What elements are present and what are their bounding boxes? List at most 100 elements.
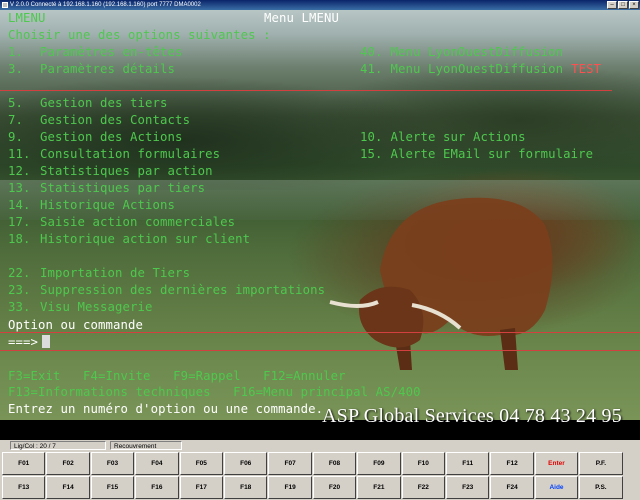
function-key-f08[interactable]: F08 xyxy=(312,452,357,475)
menu-option[interactable]: 14. Historique Actions xyxy=(8,197,175,214)
function-key-f20[interactable]: F20 xyxy=(312,476,357,499)
command-underline-top xyxy=(0,332,640,333)
menu-option-label: Alerte sur Actions xyxy=(390,130,526,144)
menu-option-label: Gestion des Contacts xyxy=(40,113,191,127)
menu-option-label: Historique action sur client xyxy=(40,232,251,246)
menu-option[interactable]: 11. Consultation formulaires xyxy=(8,146,220,163)
menu-option-number: 3. xyxy=(8,62,24,76)
menu-option-number: 13. xyxy=(8,181,31,195)
menu-option[interactable]: 22. Importation de Tiers xyxy=(8,265,190,282)
menu-option[interactable]: 7. Gestion des Contacts xyxy=(8,112,190,129)
menu-option-label: Statistiques par tiers xyxy=(40,181,206,195)
function-key-f05[interactable]: F05 xyxy=(179,452,223,475)
menu-option-label: Alerte EMail sur formulaire xyxy=(390,147,594,161)
function-key-f13[interactable]: F13 xyxy=(2,476,46,499)
menu-option[interactable]: 41. Menu LyonOuestDiffusion TEST xyxy=(360,61,601,78)
menu-option-number: 33. xyxy=(8,300,31,314)
menu-option-number: 10. xyxy=(360,130,383,144)
menu-option-label: Gestion des Actions xyxy=(40,130,183,144)
function-key-f04[interactable]: F04 xyxy=(135,452,179,475)
menu-option-label: Visu Messagerie xyxy=(40,300,153,314)
function-key-f15[interactable]: F15 xyxy=(90,476,135,499)
menu-option[interactable]: 18. Historique action sur client xyxy=(8,231,250,248)
menu-option-number: 17. xyxy=(8,215,31,229)
terminal-screen[interactable]: LMENU Menu LMENU Choisir une des options… xyxy=(0,10,640,420)
function-key-f01[interactable]: F01 xyxy=(2,452,46,475)
function-key-f19[interactable]: F19 xyxy=(268,476,312,499)
function-key-f02[interactable]: F02 xyxy=(46,452,90,475)
separator-line xyxy=(0,90,612,91)
maximize-button[interactable]: □ xyxy=(618,1,628,9)
menu-option[interactable]: 33. Visu Messagerie xyxy=(8,299,152,316)
menu-option-label: Suppression des dernières importations xyxy=(40,283,326,297)
function-key-f07[interactable]: F07 xyxy=(268,452,312,475)
insert-mode: Recouvrement xyxy=(110,441,182,450)
menu-option-test-tag: TEST xyxy=(571,62,602,76)
menu-option[interactable]: 10. Alerte sur Actions xyxy=(360,129,526,146)
minimize-button[interactable]: – xyxy=(607,1,617,9)
cursor-position: Lig/Col : 20 / 7 xyxy=(10,441,106,450)
function-key-f22[interactable]: F22 xyxy=(401,476,445,499)
menu-option-number: 1. xyxy=(8,45,24,59)
menu-option[interactable]: 3. Paramètres détails xyxy=(8,61,175,78)
menu-option[interactable]: 13. Statistiques par tiers xyxy=(8,180,205,197)
menu-option[interactable]: 5. Gestion des tiers xyxy=(8,95,167,112)
function-key-f18[interactable]: F18 xyxy=(224,476,268,499)
menu-option-number: 41. xyxy=(360,62,383,76)
function-key-f24[interactable]: F24 xyxy=(490,476,534,499)
function-key-f14[interactable]: F14 xyxy=(46,476,90,499)
menu-option[interactable]: 9. Gestion des Actions xyxy=(8,129,182,146)
command-input-cursor[interactable] xyxy=(42,335,51,348)
function-key-ps[interactable]: P.S. xyxy=(579,476,623,499)
function-key-f16[interactable]: F16 xyxy=(135,476,179,499)
function-key-pf[interactable]: P.F. xyxy=(579,452,623,475)
menu-option[interactable]: 17. Saisie action commerciales xyxy=(8,214,235,231)
menu-option-label: Importation de Tiers xyxy=(40,266,191,280)
menu-option-label: Consultation formulaires xyxy=(40,147,221,161)
menu-option-number: 23. xyxy=(8,283,31,297)
function-keys-line-1: F3=Exit F4=Invite F9=Rappel F12=Annuler xyxy=(8,369,346,383)
command-arrow: ===> xyxy=(8,335,39,349)
menu-option[interactable]: 15. Alerte EMail sur formulaire xyxy=(360,146,593,163)
function-key-f17[interactable]: F17 xyxy=(179,476,223,499)
function-key-f03[interactable]: F03 xyxy=(90,452,135,475)
function-key-panel: F01 F02 F03 F04 F05 F06 F07 F08 F09 F10 F11 F12 Ente… xyxy=(0,451,640,500)
menu-option-label: Gestion des tiers xyxy=(40,96,168,110)
menu-option-label: Paramètres détails xyxy=(40,62,176,76)
function-key-f11[interactable]: F11 xyxy=(446,452,490,475)
menu-option[interactable]: 12. Statistiques par action xyxy=(8,163,212,180)
menu-option-number: 15. xyxy=(360,147,383,161)
menu-option[interactable]: 1. Paramètres en-têtes xyxy=(8,44,182,61)
menu-option-number: 11. xyxy=(8,147,31,161)
command-line[interactable]: ===> xyxy=(8,334,51,351)
command-underline-bottom xyxy=(0,350,640,351)
function-key-f09[interactable]: F09 xyxy=(357,452,401,475)
menu-option-label: Paramètres en-têtes xyxy=(40,45,183,59)
menu-option[interactable]: 40. Menu LyonOuestDiffusion xyxy=(360,44,563,61)
menu-title: Menu LMENU xyxy=(264,11,340,25)
function-key-f23[interactable]: F23 xyxy=(446,476,490,499)
function-key-f06[interactable]: F06 xyxy=(224,452,268,475)
function-key-f10[interactable]: F10 xyxy=(401,452,445,475)
menu-prompt: Choisir une des options suivantes : xyxy=(8,28,271,42)
function-key-f21[interactable]: F21 xyxy=(357,476,401,499)
menu-option[interactable]: 23. Suppression des dernières importation… xyxy=(8,282,325,299)
menu-option-label: Saisie action commerciales xyxy=(40,215,236,229)
status-message: Entrez un numéro d'option ou une command… xyxy=(8,402,324,416)
menu-option-number: 14. xyxy=(8,198,31,212)
menu-option-label: Statistiques par action xyxy=(40,164,213,178)
brand-banner: ASP Global Services 04 78 43 24 95 xyxy=(322,405,622,427)
close-button[interactable]: × xyxy=(629,1,639,9)
menu-option-label: Menu LyonOuestDiffusion xyxy=(390,62,564,76)
function-key-aide[interactable]: Aide xyxy=(534,476,579,499)
menu-option-number: 5. xyxy=(8,96,24,110)
function-key-f12[interactable]: F12 xyxy=(490,452,534,475)
menu-option-number: 18. xyxy=(8,232,31,246)
program-name: LMENU xyxy=(8,11,46,25)
menu-option-label: Historique Actions xyxy=(40,198,176,212)
menu-option-number: 22. xyxy=(8,266,31,280)
function-key-enter[interactable]: Enter xyxy=(534,452,579,475)
function-keys-line-2: F13=Informations techniques F16=Menu pri… xyxy=(8,385,421,399)
window-title-bar: V 2.0.0 Connecté à 192.168.1.160 (192.16… xyxy=(0,0,640,10)
window-title: V 2.0.0 Connecté à 192.168.1.160 (192.16… xyxy=(10,2,201,8)
